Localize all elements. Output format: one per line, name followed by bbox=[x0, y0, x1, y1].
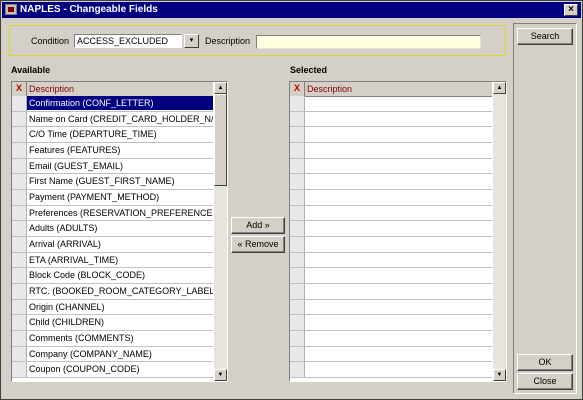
selected-row[interactable] bbox=[290, 189, 492, 206]
selected-row[interactable] bbox=[290, 142, 492, 159]
available-row[interactable]: Adults (ADULTS) bbox=[12, 221, 213, 237]
available-header-x: X bbox=[12, 82, 27, 96]
selected-header-x: X bbox=[290, 82, 305, 96]
available-row[interactable]: Child (CHILDREN) bbox=[12, 315, 213, 331]
available-row[interactable]: Arrival (ARRIVAL) bbox=[12, 236, 213, 253]
available-row[interactable]: Email (GUEST_EMAIL) bbox=[12, 158, 213, 175]
selected-row[interactable] bbox=[290, 315, 492, 331]
available-row[interactable]: Company (COMPANY_NAME) bbox=[12, 346, 213, 363]
available-row[interactable]: Coupon (COUPON_CODE) bbox=[12, 362, 213, 378]
available-row[interactable]: Name on Card (CREDIT_CARD_HOLDER_N/ bbox=[12, 111, 213, 128]
selected-row[interactable] bbox=[290, 346, 492, 363]
add-button[interactable]: Add » bbox=[231, 217, 285, 234]
search-button[interactable]: Search bbox=[517, 28, 573, 45]
description-input[interactable] bbox=[256, 35, 481, 49]
right-button-panel: Search OK Close bbox=[513, 23, 577, 394]
condition-label: Condition bbox=[31, 36, 70, 46]
selected-row[interactable] bbox=[290, 268, 492, 284]
window-title: NAPLES - Changeable Fields bbox=[20, 4, 158, 15]
condition-value: ACCESS_EXCLUDED bbox=[77, 36, 169, 46]
selected-row[interactable] bbox=[290, 174, 492, 190]
scroll-up-icon[interactable]: ▲ bbox=[214, 82, 227, 94]
ok-button[interactable]: OK bbox=[517, 354, 573, 371]
window-close-button[interactable]: × bbox=[564, 4, 578, 16]
selected-row[interactable] bbox=[290, 127, 492, 143]
selected-row[interactable] bbox=[290, 299, 492, 316]
available-label: Available bbox=[11, 65, 51, 75]
available-row[interactable]: C/O Time (DEPARTURE_TIME) bbox=[12, 127, 213, 143]
selected-row[interactable] bbox=[290, 362, 492, 378]
selected-row[interactable] bbox=[290, 111, 492, 128]
selected-row[interactable] bbox=[290, 236, 492, 253]
available-row[interactable]: Origin (CHANNEL) bbox=[12, 299, 213, 316]
selected-row[interactable] bbox=[290, 283, 492, 300]
available-row[interactable]: RTC. (BOOKED_ROOM_CATEGORY_LABEL) bbox=[12, 283, 213, 300]
selected-row[interactable] bbox=[290, 96, 492, 112]
selected-scrollbar[interactable]: ▲ ▼ bbox=[493, 82, 506, 381]
available-header: X Description bbox=[12, 82, 213, 97]
scroll-up-icon[interactable]: ▲ bbox=[493, 82, 506, 94]
selected-header: X Description bbox=[290, 82, 492, 97]
available-scroll-thumb[interactable] bbox=[214, 94, 227, 186]
available-header-description: Description bbox=[29, 84, 75, 94]
available-row[interactable]: Preferences (RESERVATION_PREFERENCE bbox=[12, 205, 213, 222]
condition-dropdown-button[interactable]: ▾ bbox=[184, 34, 199, 48]
available-row[interactable]: Confirmation (CONF_LETTER) bbox=[12, 96, 213, 112]
selected-row[interactable] bbox=[290, 205, 492, 222]
scroll-down-icon[interactable]: ▼ bbox=[214, 369, 227, 381]
selected-header-description: Description bbox=[307, 84, 353, 94]
selected-list[interactable]: X Description ▲ ▼ bbox=[289, 81, 507, 382]
changeable-fields-window: NAPLES - Changeable Fields × Condition A… bbox=[0, 0, 583, 400]
selected-row[interactable] bbox=[290, 252, 492, 269]
close-button[interactable]: Close bbox=[517, 373, 573, 390]
remove-button[interactable]: « Remove bbox=[231, 236, 285, 253]
available-row[interactable]: ETA (ARRIVAL_TIME) bbox=[12, 252, 213, 269]
condition-group: Condition ACCESS_EXCLUDED ▾ Description bbox=[9, 25, 506, 56]
available-scrollbar[interactable]: ▲ ▼ bbox=[214, 82, 227, 381]
available-row[interactable]: Block Code (BLOCK_CODE) bbox=[12, 268, 213, 284]
available-row[interactable]: First Name (GUEST_FIRST_NAME) bbox=[12, 174, 213, 190]
selected-label: Selected bbox=[290, 65, 328, 75]
condition-field[interactable]: ACCESS_EXCLUDED bbox=[74, 34, 182, 48]
available-row[interactable]: Comments (COMMENTS) bbox=[12, 330, 213, 347]
selected-row[interactable] bbox=[290, 221, 492, 237]
available-list[interactable]: X Description Confirmation (CONF_LETTER)… bbox=[11, 81, 228, 382]
title-bar: NAPLES - Changeable Fields × bbox=[2, 2, 581, 18]
available-row[interactable]: Features (FEATURES) bbox=[12, 142, 213, 159]
scroll-down-icon[interactable]: ▼ bbox=[493, 369, 506, 381]
available-row[interactable]: Payment (PAYMENT_METHOD) bbox=[12, 189, 213, 206]
app-icon bbox=[5, 4, 17, 15]
description-label: Description bbox=[205, 36, 251, 46]
selected-row[interactable] bbox=[290, 330, 492, 347]
selected-row[interactable] bbox=[290, 158, 492, 175]
